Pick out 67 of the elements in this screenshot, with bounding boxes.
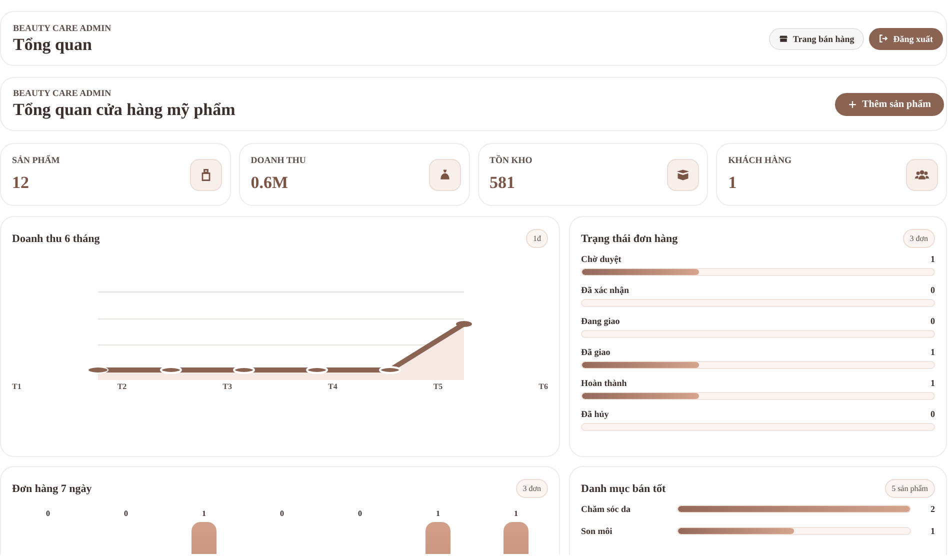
status-count: 0 bbox=[930, 316, 935, 326]
count-label: 0 bbox=[124, 509, 128, 518]
panel-title: Đơn hàng 7 ngày bbox=[12, 482, 92, 494]
data-point bbox=[233, 366, 255, 374]
data-point bbox=[306, 366, 328, 374]
count-badge: 3 đơn bbox=[516, 479, 548, 498]
count-label: 1 bbox=[436, 509, 440, 518]
data-point bbox=[88, 366, 108, 374]
brand-label: BEAUTY CARE ADMIN bbox=[13, 22, 112, 32]
status-label: Đã xác nhận bbox=[581, 285, 630, 295]
brand-label: BEAUTY CARE ADMIN bbox=[13, 88, 112, 98]
status-label: Chờ duyệt bbox=[581, 254, 622, 264]
category-count: 1 bbox=[930, 526, 935, 536]
stat-value: 12 bbox=[12, 173, 30, 193]
status-count: 0 bbox=[930, 285, 935, 295]
users-icon bbox=[915, 168, 929, 182]
logout-button[interactable]: Đăng xuất bbox=[869, 28, 943, 50]
store-button[interactable]: Trang bán hàng bbox=[768, 28, 864, 50]
logout-icon bbox=[879, 34, 888, 43]
stat-label: KHÁCH HÀNG bbox=[728, 155, 792, 165]
money-bag-icon bbox=[438, 168, 452, 182]
stat-value: 581 bbox=[490, 173, 516, 193]
status-count: 1 bbox=[930, 254, 935, 264]
page-title: Tổng quan bbox=[13, 34, 93, 54]
bar bbox=[426, 522, 450, 554]
stat-label: TỒN KHO bbox=[490, 155, 532, 165]
status-label: Hoàn thành bbox=[581, 378, 627, 388]
category-label: Son môi bbox=[581, 526, 614, 536]
category-count: 2 bbox=[930, 504, 935, 514]
category-label: Chăm sóc da bbox=[581, 504, 632, 514]
bar bbox=[504, 522, 528, 554]
bar bbox=[192, 522, 216, 554]
count-label: 1 bbox=[514, 509, 518, 518]
plus-icon bbox=[848, 100, 858, 108]
status-label: Đã giao bbox=[581, 347, 610, 357]
data-point bbox=[160, 366, 182, 374]
status-count: 1 bbox=[930, 378, 935, 388]
status-count: 0 bbox=[930, 409, 935, 419]
count-label: 0 bbox=[358, 509, 362, 518]
axis-label: T2 bbox=[117, 382, 127, 391]
axis-label: T3 bbox=[222, 382, 232, 391]
panel-title: Doanh thu 6 tháng bbox=[12, 232, 100, 244]
data-point bbox=[379, 366, 401, 374]
panel-title: Danh mục bán tốt bbox=[581, 482, 666, 494]
count-label: 1 bbox=[202, 509, 206, 518]
status-count: 1 bbox=[930, 347, 935, 357]
stat-value: 1 bbox=[728, 173, 738, 193]
status-label: Đã hủy bbox=[581, 409, 609, 419]
add-product-button[interactable]: Thêm sản phẩm bbox=[835, 92, 944, 116]
count-label: 0 bbox=[280, 509, 284, 518]
axis-label: T5 bbox=[433, 382, 443, 391]
count-badge: 1đ bbox=[526, 229, 548, 248]
stat-value: 0.6M bbox=[250, 173, 290, 193]
axis-label: T1 bbox=[12, 382, 22, 391]
status-label: Đang giao bbox=[581, 316, 620, 326]
count-badge: 3 đơn bbox=[902, 229, 935, 248]
store-icon bbox=[778, 34, 788, 43]
data-point bbox=[456, 321, 472, 327]
count-badge: 5 sản phẩm bbox=[884, 479, 935, 498]
axis-label: T6 bbox=[538, 382, 548, 391]
stat-label: SẢN PHẨM bbox=[12, 155, 60, 165]
axis-label: T4 bbox=[328, 382, 338, 391]
stat-label: DOANH THU bbox=[250, 155, 306, 165]
box-icon bbox=[676, 168, 690, 182]
count-label: 0 bbox=[46, 509, 50, 518]
panel-title: Trạng thái đơn hàng bbox=[581, 232, 678, 244]
page-title: Tổng quan cửa hàng mỹ phẩm bbox=[13, 100, 236, 120]
